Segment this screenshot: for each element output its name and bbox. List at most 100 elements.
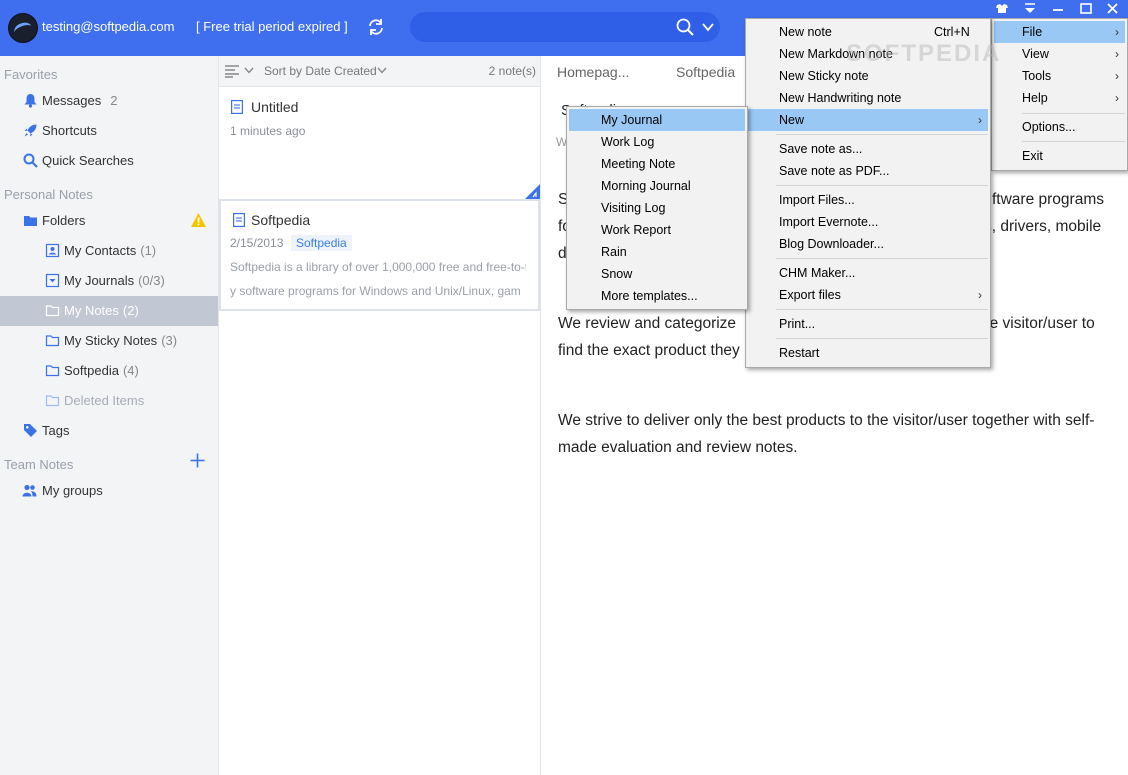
close-icon[interactable] [1102,0,1124,18]
menu-item-tools[interactable]: Tools › [994,65,1125,87]
sidebar-item-label: Shortcuts [42,123,97,138]
chevron-down-icon[interactable] [244,67,254,74]
sidebar-item-tags[interactable]: Tags [0,416,218,446]
menu-item-label: File [1022,25,1043,39]
sidebar-item-quick-searches[interactable]: Quick Searches [0,146,218,176]
folder-outline-icon [45,395,60,407]
note-count: 2 note(s) [488,64,536,78]
sidebar-item-label: My Contacts [64,243,137,258]
sidebar-item-my-contacts[interactable]: My Contacts (1) [0,236,218,266]
menu-item-my-journal[interactable]: My Journal [569,109,745,131]
skin-icon[interactable] [991,0,1013,18]
sidebar-item-deleted-items[interactable]: Deleted Items [0,386,218,416]
menu-item-label: Options... [1022,120,1076,134]
avatar[interactable] [8,13,38,43]
menu-item-rain[interactable]: Rain [569,241,745,263]
tab-softpedia[interactable]: Softpedia [676,64,735,80]
note-date: 2/15/2013 [230,236,284,250]
chevron-right-icon: › [1115,47,1119,61]
chevron-right-icon: › [978,288,982,302]
note-timestamp: 1 minutes ago [230,124,306,138]
sort-dropdown[interactable]: Sort by Date Created [264,64,377,78]
menu-item-view[interactable]: View › [994,43,1125,65]
sidebar-item-label: Softpedia [64,363,119,378]
menu-item-new-note[interactable]: New note Ctrl+N [748,21,988,43]
sidebar-item-label: Messages [42,93,102,108]
menu-item-file[interactable]: File › [994,21,1125,43]
chevron-down-icon[interactable] [702,22,714,32]
folder-count: (1) [140,243,157,258]
menu-item-help[interactable]: Help › [994,87,1125,109]
menu-item-import-files[interactable]: Import Files... [748,189,988,211]
menu-item-options[interactable]: Options... [994,116,1125,138]
trial-status-link[interactable]: [ Free trial period expired ] [196,19,348,34]
menu-item-save-note-as[interactable]: Save note as... [748,138,988,160]
sidebar-item-label: Quick Searches [42,153,134,168]
menu-item-restart[interactable]: Restart [748,342,988,364]
menu-item-save-note-as-pdf[interactable]: Save note as PDF... [748,160,988,182]
menu-item-label: Import Evernote... [779,215,879,229]
menu-item-meeting-note[interactable]: Meeting Note [569,153,745,175]
menu-item-new[interactable]: New › [748,109,988,131]
journal-icon [45,273,60,288]
menu-item-label: Meeting Note [601,157,676,171]
menu-item-work-report[interactable]: Work Report [569,219,745,241]
menu-item-import-evernote[interactable]: Import Evernote... [748,211,988,233]
team-notes-header[interactable]: Team Notes [4,457,73,472]
menu-item-morning-journal[interactable]: Morning Journal [569,175,745,197]
menu-item-exit[interactable]: Exit [994,145,1125,167]
menu-item-chm-maker[interactable]: CHM Maker... [748,262,988,284]
account-email[interactable]: testing@softpedia.com [42,19,174,34]
warning-icon[interactable] [190,212,207,228]
menu-item-label: Exit [1022,149,1043,163]
menu-item-export-files[interactable]: Export files › [748,284,988,306]
sidebar-item-my-journals[interactable]: My Journals (0/3) [0,266,218,296]
menu-separator [776,258,988,259]
sidebar-item-softpedia[interactable]: Softpedia (4) [0,356,218,386]
search-input[interactable] [424,18,668,38]
chevron-down-icon[interactable] [377,67,387,74]
sidebar-item-label: My Journals [64,273,135,288]
menu-item-new-handwriting-note[interactable]: New Handwriting note [748,87,988,109]
menu-item-print[interactable]: Print... [748,313,988,335]
menu-item-more-templates[interactable]: More templates... [569,285,745,307]
corner-arrow-icon[interactable] [524,184,540,200]
sidebar-item-my-notes[interactable]: My Notes (2) [0,296,218,326]
menu-item-work-log[interactable]: Work Log [569,131,745,153]
menu-dropdown-icon[interactable] [1019,0,1041,18]
note-list-item[interactable]: Untitled 1 minutes ago [219,87,540,200]
sidebar-item-label: Deleted Items [64,393,145,408]
sidebar-item-shortcuts[interactable]: Shortcuts [0,116,218,146]
tab-homepage[interactable]: Homepag... [557,64,629,80]
sidebar-item-my-groups[interactable]: My groups [0,476,218,506]
menu-separator [1022,141,1125,142]
menu-item-label: View [1022,47,1049,61]
maximize-icon[interactable] [1075,0,1097,18]
sidebar-item-label: Folders [42,213,86,228]
menu-item-label: Morning Journal [601,179,691,193]
menu-item-visiting-log[interactable]: Visiting Log [569,197,745,219]
menu-item-new-sticky-note[interactable]: New Sticky note [748,65,988,87]
note-list-item[interactable]: Softpedia 2/15/2013 Softpedia Softpedia … [219,199,540,311]
minimize-icon[interactable] [1047,0,1069,18]
menu-item-blog-downloader[interactable]: Blog Downloader... [748,233,988,255]
menu-item-snow[interactable]: Snow [569,263,745,285]
plus-icon[interactable] [190,453,205,468]
note-body-text: s, drivers, mobile [984,218,1102,235]
sync-icon[interactable] [366,17,386,37]
list-view-icon[interactable] [224,64,240,78]
menu-item-label: Restart [779,346,820,360]
note-title: Untitled [251,99,299,115]
personal-notes-header[interactable]: Personal Notes [4,187,93,202]
menu-item-label: Save note as... [779,142,863,156]
sidebar-item-messages[interactable]: Messages 2 [0,86,218,116]
folder-icon [24,216,37,226]
menu-item-label: Save note as PDF... [779,164,890,178]
sidebar-item-my-sticky-notes[interactable]: My Sticky Notes (3) [0,326,218,356]
messages-count-badge: 2 [110,93,118,108]
search-icon[interactable] [676,18,694,36]
menu-item-new-markdown-note[interactable]: New Markdown note [748,43,988,65]
sidebar-item-folders[interactable]: Folders [0,206,218,236]
favorites-header[interactable]: Favorites [4,67,57,82]
note-tag[interactable]: Softpedia [291,235,352,251]
